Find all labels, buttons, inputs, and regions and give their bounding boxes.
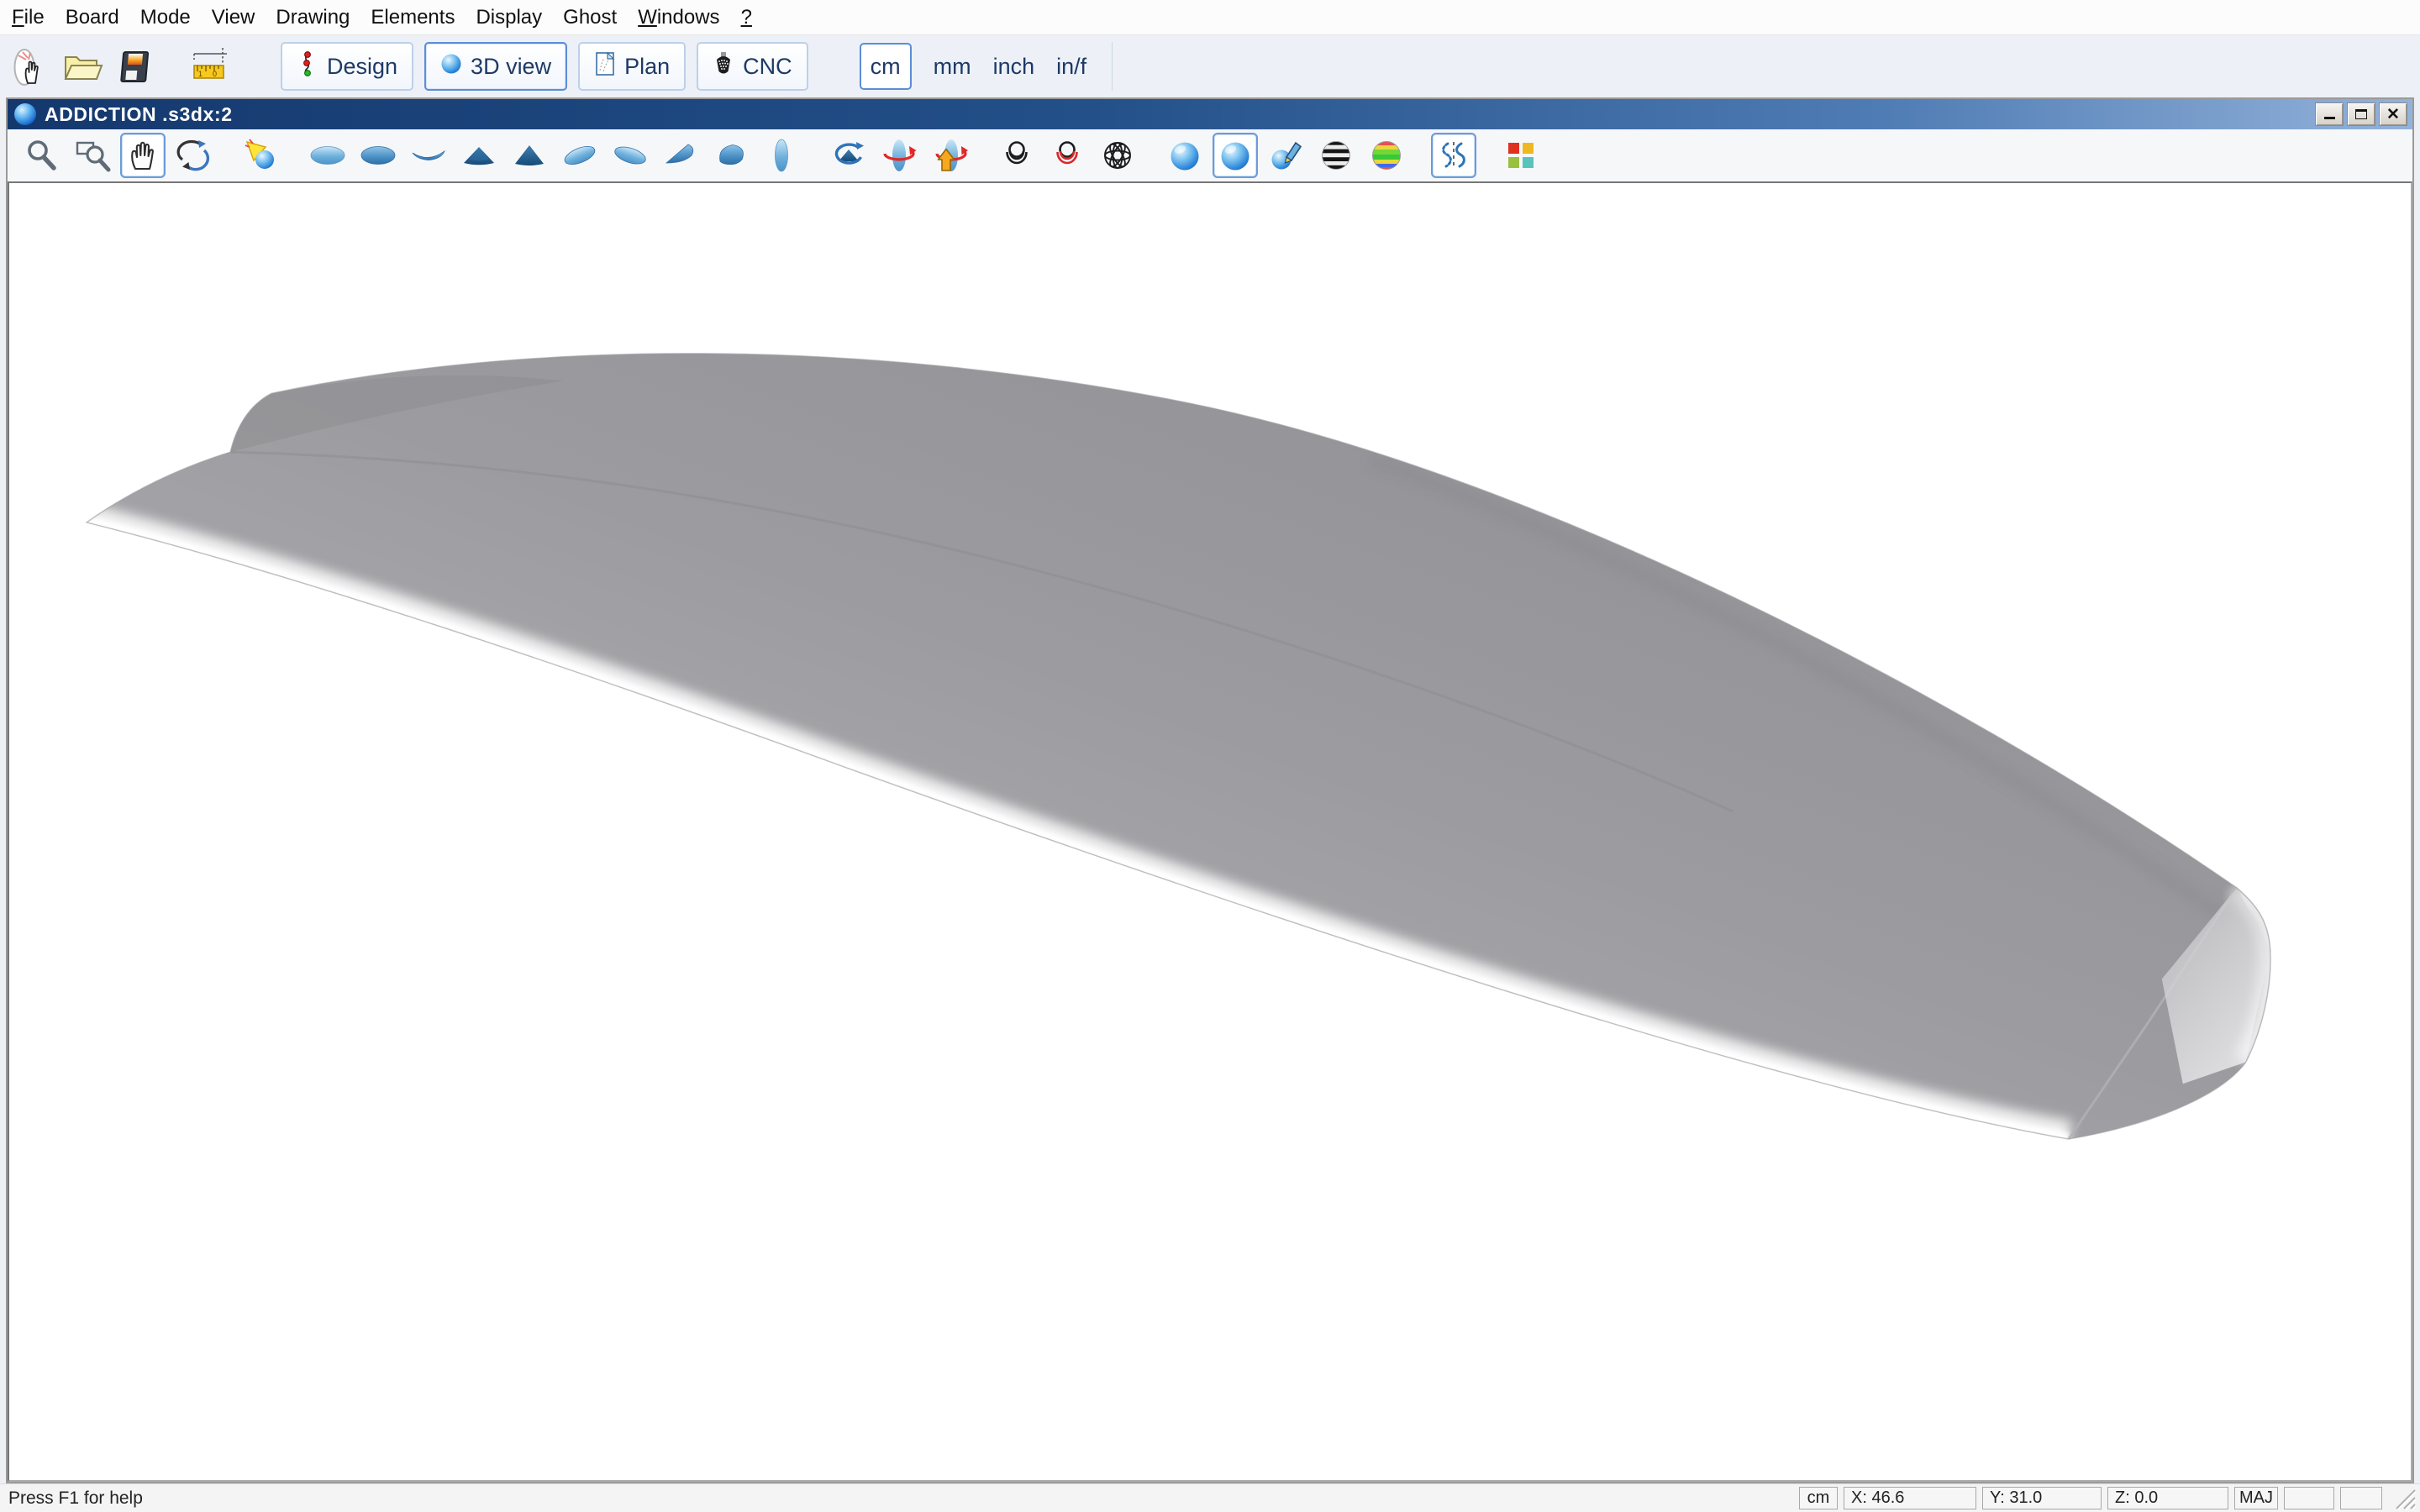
view-perspective-3-icon[interactable] [658, 133, 703, 178]
view-toolbar [8, 129, 2412, 181]
resize-grip[interactable] [2393, 1487, 2417, 1510]
view-3d-label: 3D view [471, 54, 551, 80]
document-title: ADDICTION .s3dx:2 [45, 103, 2312, 126]
document-window: ADDICTION .s3dx:2 ✕ [6, 97, 2414, 1483]
zoom-icon[interactable] [19, 133, 65, 178]
rotate-board-flip-icon[interactable] [927, 133, 972, 178]
status-unit: cm [1799, 1487, 1838, 1509]
view-section-front-icon[interactable] [456, 133, 502, 178]
close-icon: ✕ [2386, 107, 2400, 123]
status-bar: Press F1 for help cm X: 46.6 Y: 31.0 Z: … [0, 1483, 2420, 1512]
cnc-label: CNC [743, 54, 792, 80]
wireframe-sections-icon[interactable] [1044, 133, 1090, 178]
status-x: X: 46.6 [1844, 1487, 1976, 1509]
viewport-3d[interactable] [8, 181, 2412, 1482]
menu-help[interactable]: ? [741, 6, 752, 29]
status-coordinates: cm X: 46.6 Y: 31.0 Z: 0.0 MAJ [1799, 1487, 2417, 1510]
rotate-camera-icon[interactable] [826, 133, 871, 178]
design-label: Design [327, 54, 397, 80]
menu-bar: File Board Mode View Drawing Elements Di… [0, 0, 2420, 35]
menu-view[interactable]: View [212, 6, 255, 29]
measurements-icon[interactable]: 1 0 [189, 43, 233, 90]
plan-label: Plan [624, 54, 670, 80]
view-outline-top-icon[interactable] [305, 133, 350, 178]
view-outline-bottom-icon[interactable] [355, 133, 401, 178]
status-y: Y: 31.0 [1982, 1487, 2102, 1509]
menu-drawing[interactable]: Drawing [276, 6, 350, 29]
rotate-board-axis-icon[interactable] [876, 133, 922, 178]
render-paint-icon[interactable] [1263, 133, 1308, 178]
view-section-back-icon[interactable] [507, 133, 552, 178]
sphere-3d-icon [440, 52, 462, 81]
plan-icon [594, 51, 616, 82]
maximize-button[interactable] [2347, 102, 2375, 126]
render-shaded-icon[interactable] [1213, 133, 1258, 178]
menu-elements[interactable]: Elements [371, 6, 455, 29]
view-perspective-1-icon[interactable] [557, 133, 602, 178]
status-z: Z: 0.0 [2107, 1487, 2228, 1509]
unit-cm-button[interactable]: cm [860, 43, 912, 90]
minimize-icon [2324, 109, 2335, 119]
lighting-icon[interactable] [238, 133, 283, 178]
toolbar-separator [1112, 42, 1113, 91]
plan-mode-button[interactable]: Plan [578, 42, 686, 91]
window-sphere-icon [14, 103, 36, 125]
design-mode-button[interactable]: Design [281, 42, 413, 91]
cnc-icon [713, 51, 734, 82]
menu-ghost[interactable]: Ghost [563, 6, 617, 29]
view-perspective-2-icon[interactable] [608, 133, 653, 178]
application-window: File Board Mode View Drawing Elements Di… [0, 0, 2420, 1512]
unit-inch-button[interactable]: inch [993, 54, 1035, 80]
status-empty-1 [2284, 1487, 2334, 1509]
status-caps: MAJ [2234, 1487, 2278, 1509]
close-button[interactable]: ✕ [2379, 102, 2407, 126]
svg-text:0: 0 [213, 70, 217, 78]
unit-cm-label: cm [871, 54, 901, 80]
symmetry-mode-icon[interactable] [1431, 133, 1476, 178]
status-empty-2 [2340, 1487, 2382, 1509]
view-plan-vertical-icon[interactable] [759, 133, 804, 178]
board-3d-render [9, 183, 2411, 1480]
status-help-text: Press F1 for help [8, 1488, 143, 1509]
view-3d-mode-button[interactable]: 3D view [424, 42, 567, 91]
menu-board[interactable]: Board [66, 6, 119, 29]
menu-windows[interactable]: Windows [638, 6, 719, 29]
orbit-rotate-icon[interactable] [171, 133, 216, 178]
zoom-window-icon[interactable] [70, 133, 115, 178]
view-perspective-4-icon[interactable] [708, 133, 754, 178]
unit-mm-button[interactable]: mm [934, 54, 971, 80]
cnc-mode-button[interactable]: CNC [697, 42, 808, 91]
save-file-icon[interactable] [113, 43, 156, 90]
render-zebra-icon[interactable] [1313, 133, 1359, 178]
wireframe-icon[interactable] [994, 133, 1039, 178]
color-settings-icon[interactable] [1498, 133, 1544, 178]
svg-text:1: 1 [198, 70, 203, 78]
unit-inf-button[interactable]: in/f [1056, 54, 1086, 80]
main-toolbar: 1 0 Design 3D view [0, 35, 2420, 97]
minimize-button[interactable] [2315, 102, 2344, 126]
render-solid-icon[interactable] [1162, 133, 1207, 178]
wireframe-mesh-icon[interactable] [1095, 133, 1140, 178]
design-icon [297, 51, 318, 82]
render-curvature-icon[interactable] [1364, 133, 1409, 178]
menu-display[interactable]: Display [476, 6, 542, 29]
open-file-icon[interactable] [60, 43, 103, 90]
menu-file[interactable]: File [12, 6, 45, 29]
pan-icon[interactable] [120, 133, 166, 178]
maximize-icon [2355, 109, 2367, 119]
document-title-bar[interactable]: ADDICTION .s3dx:2 ✕ [8, 99, 2412, 129]
new-board-icon[interactable] [7, 43, 50, 90]
view-rocker-icon[interactable] [406, 133, 451, 178]
menu-mode[interactable]: Mode [140, 6, 191, 29]
